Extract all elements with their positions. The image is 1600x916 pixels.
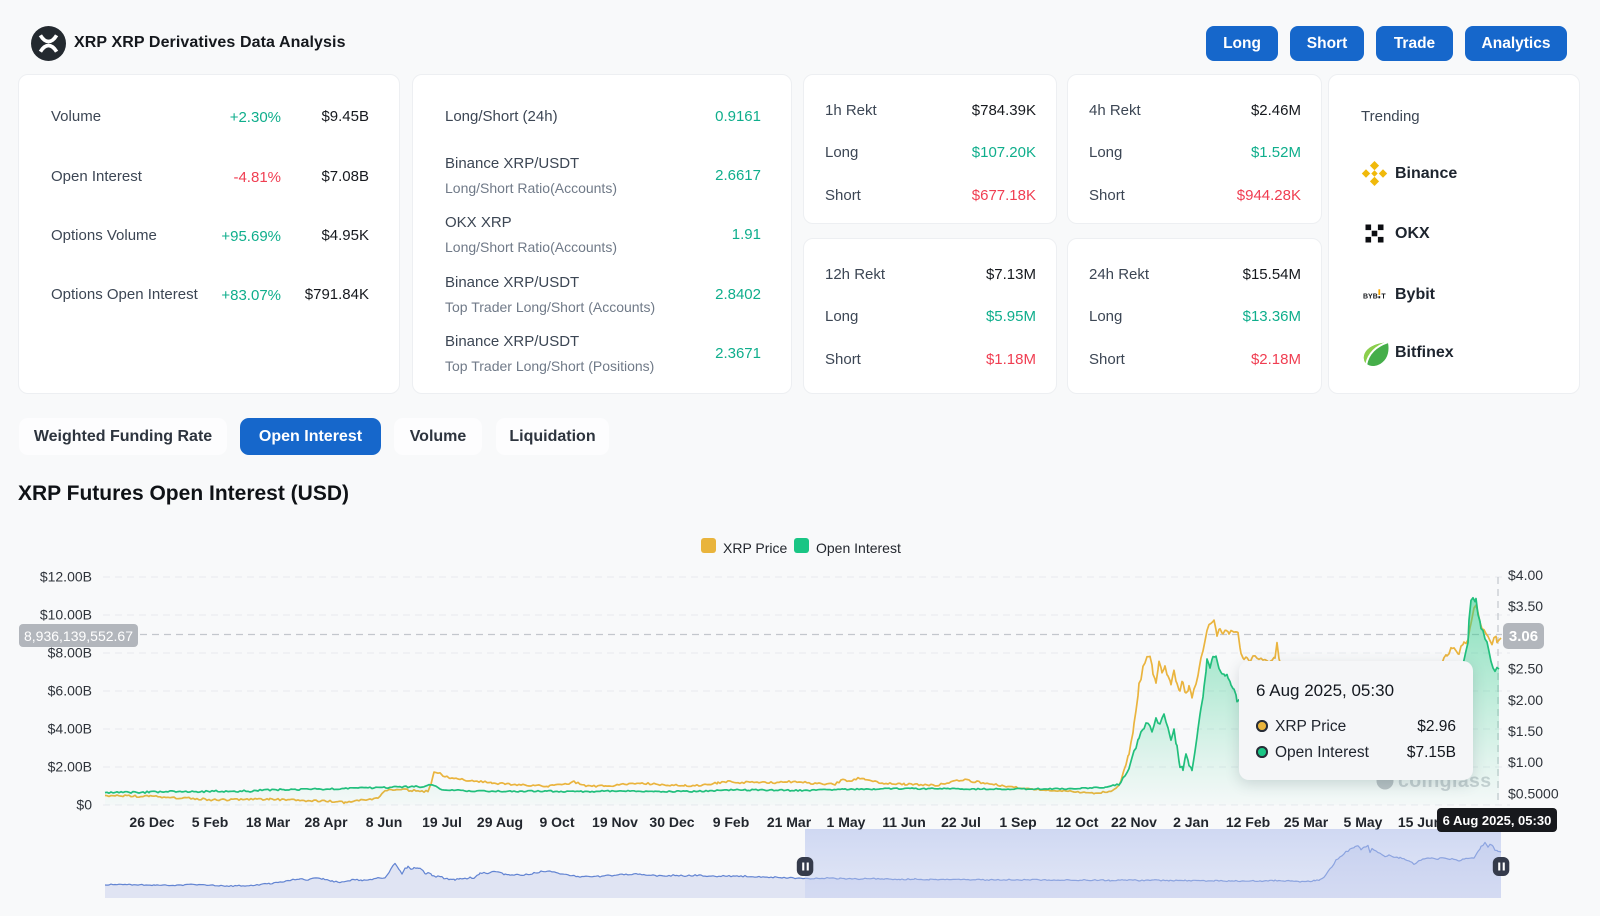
svg-text:8 Jun: 8 Jun (366, 814, 403, 830)
svg-text:$12.00B: $12.00B (40, 569, 92, 585)
svg-text:21 Mar: 21 Mar (767, 814, 812, 830)
svg-text:18 Mar: 18 Mar (246, 814, 291, 830)
svg-text:$6.00B: $6.00B (48, 683, 92, 699)
svg-text:12 Feb: 12 Feb (1226, 814, 1270, 830)
svg-text:19 Nov: 19 Nov (592, 814, 638, 830)
svg-text:9 Feb: 9 Feb (713, 814, 750, 830)
svg-text:11 Jun: 11 Jun (882, 814, 926, 830)
svg-text:1 May: 1 May (827, 814, 866, 830)
svg-text:$3.50: $3.50 (1508, 598, 1543, 614)
svg-text:$2.50: $2.50 (1508, 661, 1543, 677)
svg-text:$4.00B: $4.00B (48, 721, 92, 737)
svg-text:15 Jun: 15 Jun (1398, 814, 1442, 830)
svg-text:$2.00: $2.00 (1508, 692, 1543, 708)
svg-text:$0.5000: $0.5000 (1508, 785, 1559, 801)
svg-text:$2.00B: $2.00B (48, 759, 92, 775)
svg-text:$0: $0 (76, 797, 92, 813)
svg-text:26 Dec: 26 Dec (129, 814, 174, 830)
svg-text:2 Jan: 2 Jan (1173, 814, 1209, 830)
svg-text:5 Feb: 5 Feb (192, 814, 229, 830)
svg-text:29 Aug: 29 Aug (477, 814, 523, 830)
svg-text:28 Apr: 28 Apr (304, 814, 348, 830)
svg-text:12 Oct: 12 Oct (1056, 814, 1099, 830)
svg-text:1 Sep: 1 Sep (999, 814, 1036, 830)
svg-text:5 May: 5 May (1344, 814, 1383, 830)
svg-text:9 Oct: 9 Oct (539, 814, 574, 830)
svg-text:25 Mar: 25 Mar (1284, 814, 1329, 830)
svg-text:$1.50: $1.50 (1508, 723, 1543, 739)
svg-text:22 Nov: 22 Nov (1111, 814, 1157, 830)
svg-text:$1.00: $1.00 (1508, 754, 1543, 770)
svg-text:$10.00B: $10.00B (40, 607, 92, 623)
svg-text:$4.00: $4.00 (1508, 567, 1543, 583)
svg-text:22 Jul: 22 Jul (941, 814, 981, 830)
svg-text:30 Dec: 30 Dec (649, 814, 694, 830)
svg-text:19 Jul: 19 Jul (422, 814, 462, 830)
